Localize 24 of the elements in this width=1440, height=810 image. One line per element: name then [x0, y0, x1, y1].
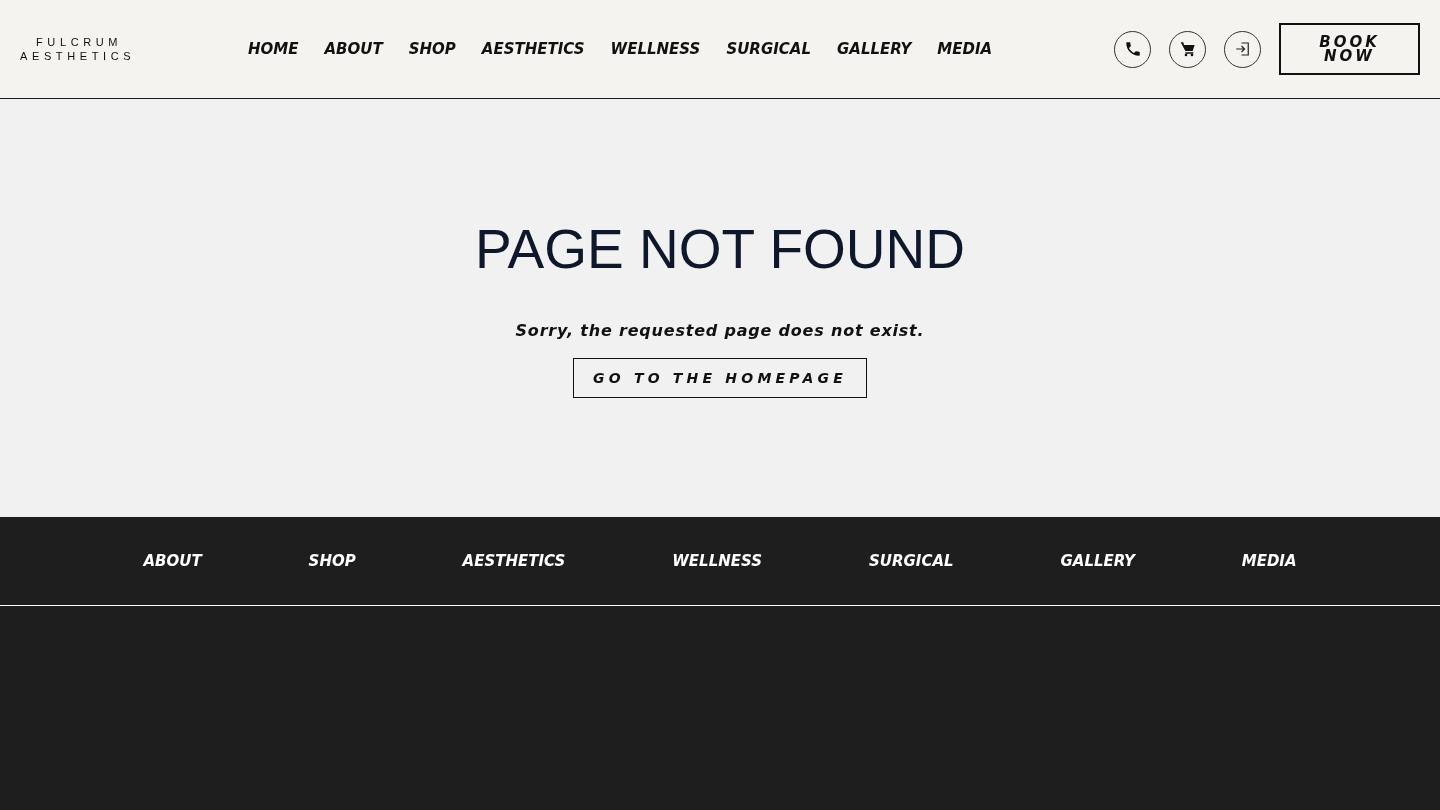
nav-link[interactable]: ABOUT	[324, 37, 383, 61]
nav-link[interactable]: GALLERY	[837, 37, 912, 61]
nav-link[interactable]: AESTHETICS	[481, 37, 585, 61]
error-message: Sorry, the requested page does not exist.	[515, 320, 925, 342]
nav-link[interactable]: SHOP	[408, 37, 456, 61]
footer-link[interactable]: MEDIA	[1241, 549, 1297, 573]
logo-text[interactable]: FULCRUM	[36, 35, 123, 49]
nav-link[interactable]: SURGICAL	[726, 37, 811, 61]
phone-icon	[1123, 40, 1142, 58]
nav-link[interactable]: HOME	[248, 37, 299, 61]
footer-link[interactable]: SURGICAL	[868, 549, 954, 573]
nav-link[interactable]: MEDIA	[937, 37, 993, 61]
book-now-button[interactable]: BOOK NOW	[1279, 23, 1420, 75]
footer-link[interactable]: ABOUT	[143, 549, 202, 573]
logo-text[interactable]: AESTHETICS	[20, 49, 136, 63]
nav-link[interactable]: WELLNESS	[610, 37, 701, 61]
page-title: PAGE NOT FOUND	[475, 217, 965, 281]
cart-icon	[1179, 41, 1196, 57]
login-icon	[1233, 40, 1252, 58]
footer-link[interactable]: GALLERY	[1060, 549, 1135, 573]
footer-link[interactable]: SHOP	[308, 549, 356, 573]
footer-link[interactable]: AESTHETICS	[462, 549, 566, 573]
homepage-button[interactable]: GO TO THE HOMEPAGE	[573, 358, 867, 398]
footer-link[interactable]: WELLNESS	[672, 549, 763, 573]
